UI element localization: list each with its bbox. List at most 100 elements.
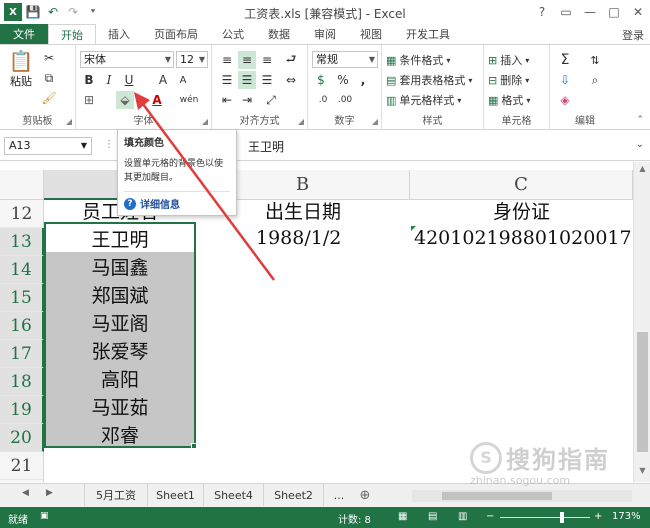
zoom-in-button[interactable]: + (594, 511, 602, 522)
row-header[interactable]: 21 (0, 452, 44, 480)
middle-align-icon[interactable]: ≡ (238, 51, 256, 69)
autosum-icon[interactable]: Σ (556, 51, 574, 69)
row-header[interactable]: 19 (0, 396, 44, 424)
wrap-text-icon[interactable]: ⮐ (282, 51, 300, 69)
cell-b13[interactable]: 1988/1/2 (256, 224, 410, 252)
font-color-icon[interactable]: A (148, 91, 166, 109)
scroll-up-icon[interactable]: ▲ (634, 164, 650, 178)
insert-cells-button[interactable]: ⊞ 插入 ▾ (488, 51, 529, 69)
find-select-icon[interactable]: ⌕ (586, 71, 604, 89)
sheet-tab-sheet2[interactable]: Sheet2 (264, 484, 324, 506)
select-all-corner[interactable] (0, 170, 44, 200)
sheet-tab-may-salary[interactable]: 5月工资 (84, 484, 148, 506)
format-cells-button[interactable]: ▦ 格式 ▾ (488, 91, 530, 109)
italic-button[interactable]: I (100, 71, 118, 89)
fill-icon[interactable]: ⇩ (556, 71, 574, 89)
percent-button[interactable]: % (334, 71, 352, 89)
row-header[interactable]: 20 (0, 424, 44, 452)
decrease-decimal-icon[interactable]: .00 (336, 91, 354, 109)
row-header[interactable]: 17 (0, 340, 44, 368)
collapse-ribbon-icon[interactable]: ⌃ (636, 115, 644, 125)
cell-a13[interactable]: 王卫明 (44, 224, 196, 252)
row-header[interactable]: 14 (0, 256, 44, 284)
clipboard-expand-icon[interactable]: ◢ (66, 117, 72, 126)
ribbon-display-button[interactable]: ▭ (554, 0, 578, 24)
prev-sheet-icon[interactable]: ◀ (22, 488, 29, 498)
clear-icon[interactable]: ◈ (556, 91, 574, 109)
tab-review[interactable]: 审阅 (302, 24, 348, 44)
number-expand-icon[interactable]: ◢ (372, 117, 378, 126)
copy-icon[interactable]: ⧉ (40, 69, 58, 87)
sign-in-link[interactable]: 登录 (622, 27, 644, 43)
bold-button[interactable]: B (80, 71, 98, 89)
orientation-icon[interactable]: ⤢ (262, 91, 280, 109)
phonetic-guide-icon[interactable]: wén (180, 91, 199, 109)
align-center-icon[interactable]: ☰ (238, 71, 256, 89)
row-header[interactable]: 15 (0, 284, 44, 312)
increase-decimal-icon[interactable]: .0 (314, 91, 332, 109)
cell-c12[interactable]: 身份证 (410, 196, 633, 224)
tab-formulas[interactable]: 公式 (210, 24, 256, 44)
zoom-out-button[interactable]: − (486, 511, 494, 522)
cell-a17[interactable]: 张爱琴 (44, 336, 196, 364)
macro-record-icon[interactable]: ▣ (40, 511, 49, 521)
add-sheet-button[interactable]: ⊕ (354, 484, 376, 506)
horizontal-scroll-thumb[interactable] (442, 492, 552, 500)
name-box[interactable]: A13 ▼ (4, 137, 92, 155)
cell-c13[interactable]: 420102198801020017 (414, 224, 633, 252)
tab-file[interactable]: 文件 (0, 24, 48, 44)
cell-a14[interactable]: 马国鑫 (44, 252, 196, 280)
tab-page-layout[interactable]: 页面布局 (142, 24, 210, 44)
cell-a20[interactable]: 邓睿 (44, 420, 196, 448)
expand-formula-bar-icon[interactable]: ⌄ (636, 139, 644, 150)
font-size-select[interactable]: 12 ▼ (176, 51, 208, 68)
shrink-font-icon[interactable]: A (174, 71, 192, 89)
row-header[interactable]: 12 (0, 200, 44, 228)
sort-filter-icon[interactable]: ⇅ (586, 51, 604, 69)
zoom-slider[interactable] (500, 517, 590, 518)
top-align-icon[interactable]: ≡ (218, 51, 236, 69)
tab-view[interactable]: 视图 (348, 24, 394, 44)
page-layout-view-icon[interactable]: ▤ (428, 511, 437, 522)
underline-button[interactable]: U (120, 71, 138, 89)
conditional-formatting-button[interactable]: ▦ 条件格式 ▾ (386, 51, 450, 69)
cell-styles-button[interactable]: ▥ 单元格样式 ▾ (386, 91, 461, 109)
tab-developer[interactable]: 开发工具 (394, 24, 462, 44)
borders-icon[interactable]: ⊞ (80, 91, 98, 109)
vertical-scroll-thumb[interactable] (637, 332, 648, 452)
normal-view-icon[interactable]: ▦ (398, 511, 407, 522)
format-as-table-button[interactable]: ▤ 套用表格格式 ▾ (386, 71, 472, 89)
align-right-icon[interactable]: ☰ (258, 71, 276, 89)
formula-input[interactable]: 王卫明 (248, 138, 284, 155)
cell-a16[interactable]: 马亚阁 (44, 308, 196, 336)
number-format-select[interactable]: 常规 ▼ (312, 51, 378, 68)
align-left-icon[interactable]: ☰ (218, 71, 236, 89)
tooltip-help-link[interactable]: ? 详细信息 (124, 196, 230, 211)
zoom-level[interactable]: 173% (612, 511, 641, 522)
row-header[interactable]: 22 (0, 480, 44, 482)
scroll-down-icon[interactable]: ▼ (634, 466, 650, 480)
horizontal-scrollbar[interactable] (412, 490, 632, 502)
more-sheets-button[interactable]: ... (326, 484, 352, 506)
error-indicator-icon[interactable] (411, 226, 416, 231)
cell-a15[interactable]: 郑国斌 (44, 280, 196, 308)
increase-indent-icon[interactable]: ⇥ (238, 91, 256, 109)
zoom-slider-thumb[interactable] (560, 512, 564, 523)
fill-handle[interactable] (191, 443, 197, 449)
decrease-indent-icon[interactable]: ⇤ (218, 91, 236, 109)
font-expand-icon[interactable]: ◢ (202, 117, 208, 126)
maximize-button[interactable]: □ (602, 0, 626, 24)
row-header[interactable]: 13 (0, 228, 44, 256)
grow-font-icon[interactable]: A (154, 71, 172, 89)
page-break-view-icon[interactable]: ▥ (458, 511, 467, 522)
row-header[interactable]: 16 (0, 312, 44, 340)
minimize-button[interactable]: — (578, 0, 602, 24)
font-name-select[interactable]: 宋体 ▼ (80, 51, 174, 68)
cell-a19[interactable]: 马亚茹 (44, 392, 196, 420)
close-button[interactable]: ✕ (626, 0, 650, 24)
cut-icon[interactable]: ✂ (40, 49, 58, 67)
accounting-icon[interactable]: $ (312, 71, 330, 89)
cell-a18[interactable]: 高阳 (44, 364, 196, 392)
tab-insert[interactable]: 插入 (96, 24, 142, 44)
tab-home[interactable]: 开始 (48, 24, 96, 45)
